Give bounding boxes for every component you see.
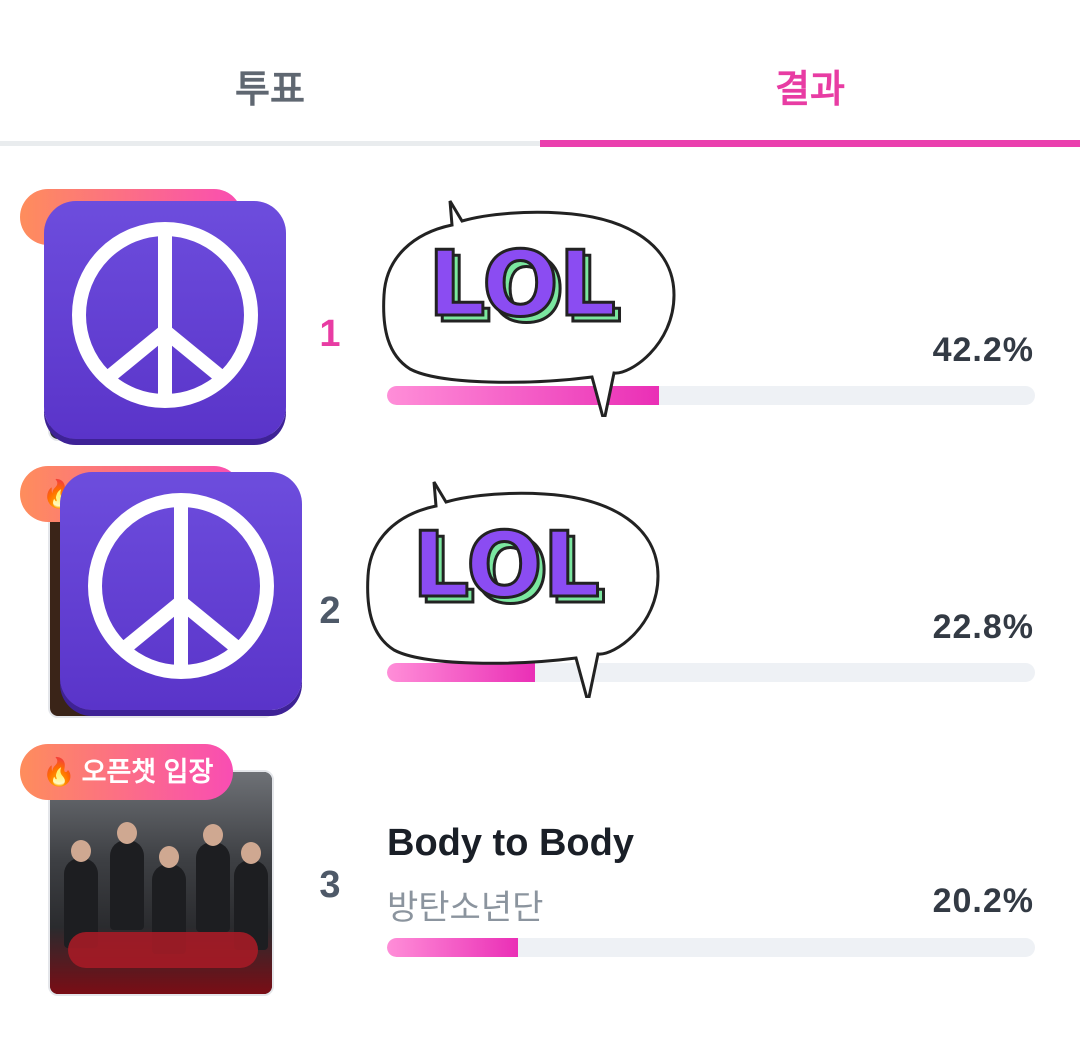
result-row-3[interactable]: 🔥 오픈챗 입장 3 Body to Body 방탄소년단 20.2% (0, 740, 1080, 1010)
fire-icon: 🔥 (42, 757, 76, 787)
rank-number: 3 (319, 864, 341, 906)
tab-bar: 투표 결과 (0, 0, 1080, 148)
tab-result[interactable]: 결과 (540, 58, 1080, 113)
song-title: Body to Body (387, 822, 634, 864)
lol-speech-sticker: LOL LOL (366, 481, 660, 698)
rank-number: 2 (319, 590, 341, 632)
badge-label: 오픈챗 입장 (81, 757, 214, 787)
peace-sign-icon (72, 222, 258, 408)
open-chat-badge[interactable]: 🔥 오픈챗 입장 (20, 744, 234, 800)
vote-percent: 42.2% (932, 331, 1034, 369)
vote-percent: 22.8% (932, 608, 1034, 646)
peace-sign-icon (88, 493, 274, 679)
svg-text:LOL: LOL (428, 232, 616, 337)
peace-sticker (60, 472, 302, 710)
rank-number: 1 (319, 313, 341, 355)
artist-name: 방탄소년단 (387, 889, 544, 927)
vote-bar (387, 938, 1035, 957)
tab-active-indicator (540, 140, 1080, 147)
vote-percent: 20.2% (932, 882, 1034, 920)
peace-sticker (44, 201, 286, 439)
tab-vote[interactable]: 투표 (0, 58, 540, 113)
lol-speech-sticker: LOL LOL (382, 200, 676, 417)
result-row-1[interactable]: 1 42.2% LOL LOL (0, 185, 1080, 455)
svg-text:LOL: LOL (412, 513, 600, 618)
vote-bar-fill (387, 938, 518, 957)
album-cover (48, 770, 274, 996)
result-row-2[interactable]: 🔥 2 22.8% LOL LOL (0, 462, 1080, 732)
